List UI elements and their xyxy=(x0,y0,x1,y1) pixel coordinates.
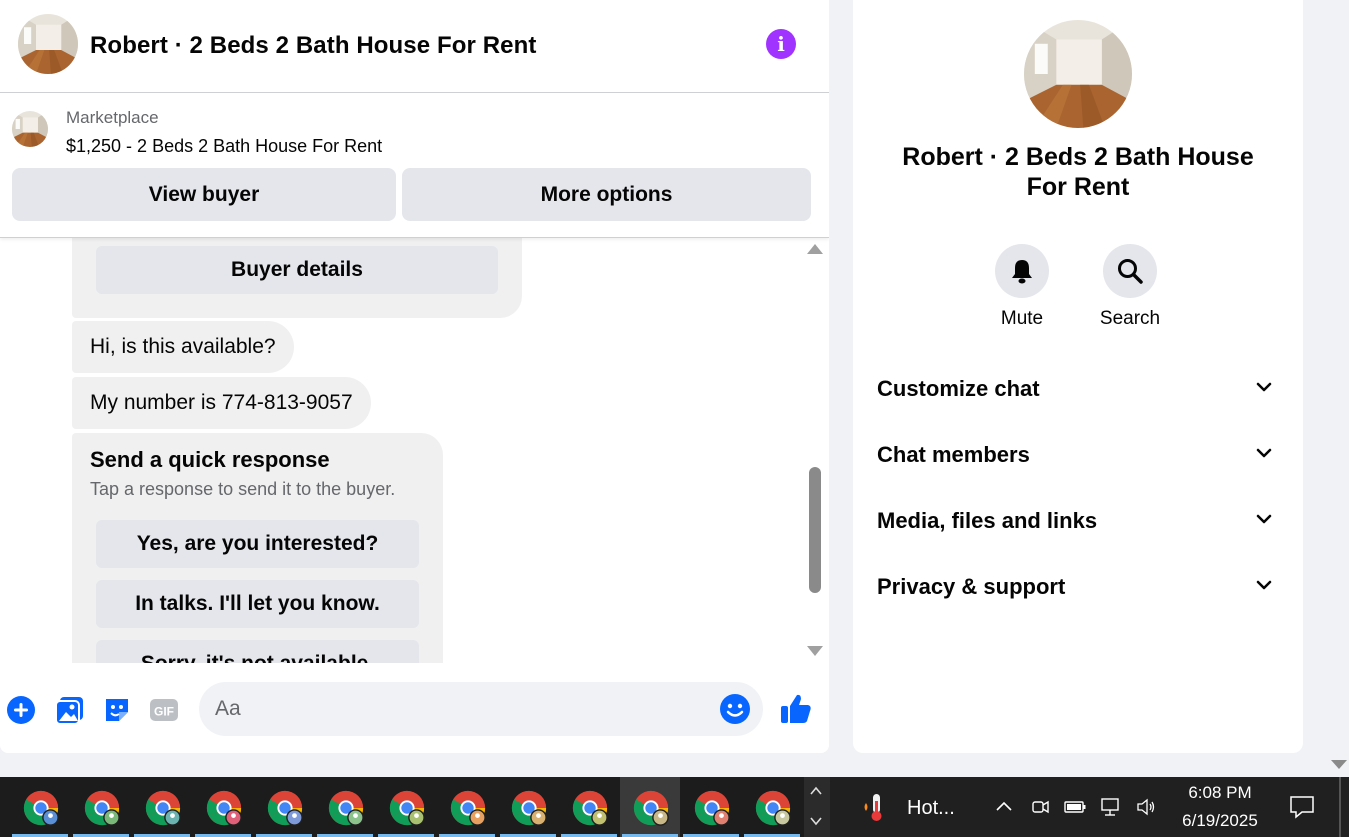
chrome-icon[interactable] xyxy=(10,777,70,837)
quick-response-option[interactable]: In talks. I'll let you know. xyxy=(96,580,419,628)
profile-title: Robert · 2 Beds 2 Bath House For Rent xyxy=(902,143,1254,201)
conversation-info-panel: Robert · 2 Beds 2 Bath House For Rent Mu… xyxy=(853,0,1303,753)
volume-icon[interactable] xyxy=(1135,796,1157,818)
section-label: Customize chat xyxy=(877,376,1040,401)
quick-response-subtitle: Tap a response to send it to the buyer. xyxy=(90,479,396,499)
message-list: Buyer details Hi, is this available? My … xyxy=(0,238,804,663)
conversation-title[interactable]: Robert · 2 Beds 2 Bath House For Rent xyxy=(90,32,536,60)
chat-members-section[interactable]: Chat members xyxy=(877,430,1283,480)
emoji-icon[interactable] xyxy=(719,693,751,725)
info-icon[interactable]: i xyxy=(766,29,796,59)
clock-time[interactable]: 6:08 PM xyxy=(1170,783,1270,803)
chrome-icon[interactable] xyxy=(315,777,375,837)
image-icon[interactable] xyxy=(54,694,86,726)
chevron-up-icon[interactable] xyxy=(810,785,822,797)
svg-text:GIF: GIF xyxy=(154,705,174,719)
windows-taskbar: Hot... 6:08 PM 6/19/2025 xyxy=(0,777,1349,837)
network-icon[interactable] xyxy=(1100,796,1122,818)
chrome-icon[interactable] xyxy=(742,777,802,837)
quick-response-title: Send a quick response xyxy=(90,447,330,472)
more-options-button[interactable]: More options xyxy=(402,168,811,221)
buyer-details-bubble: Buyer details xyxy=(72,238,522,318)
message-composer: GIF xyxy=(0,663,829,753)
mute-label: Mute xyxy=(1000,308,1044,329)
chrome-icon[interactable] xyxy=(437,777,497,837)
message-bubble: My number is 774-813-9057 xyxy=(72,377,371,429)
thermometer-icon[interactable] xyxy=(860,791,892,823)
battery-icon[interactable] xyxy=(1064,796,1086,818)
chat-header: Robert · 2 Beds 2 Bath House For Rent i xyxy=(0,0,829,93)
chrome-icon[interactable] xyxy=(132,777,192,837)
chrome-icon[interactable] xyxy=(681,777,741,837)
scroll-up-arrow-icon[interactable] xyxy=(807,244,823,254)
listing-source: Marketplace xyxy=(66,108,159,127)
taskbar-apps xyxy=(0,777,804,837)
search-icon[interactable] xyxy=(1103,244,1157,298)
message-bubble: Hi, is this available? xyxy=(72,321,294,373)
chrome-icon[interactable] xyxy=(254,777,314,837)
chrome-icon[interactable] xyxy=(71,777,131,837)
message-input[interactable] xyxy=(215,682,715,736)
view-buyer-button[interactable]: View buyer xyxy=(12,168,396,221)
system-tray: Hot... 6:08 PM 6/19/2025 xyxy=(830,777,1349,837)
chat-panel: Robert · 2 Beds 2 Bath House For Rent i … xyxy=(0,0,829,753)
sticker-icon[interactable] xyxy=(101,694,133,726)
privacy-support-section[interactable]: Privacy & support xyxy=(877,562,1283,612)
buyer-details-button[interactable]: Buyer details xyxy=(96,246,498,294)
media-files-links-section[interactable]: Media, files and links xyxy=(877,496,1283,546)
section-label: Media, files and links xyxy=(877,508,1098,533)
quick-response-option[interactable]: Sorry, it's not available. xyxy=(96,640,419,663)
scroll-down-arrow-icon[interactable] xyxy=(807,646,823,656)
meet-now-icon[interactable] xyxy=(1029,796,1051,818)
chrome-icon[interactable] xyxy=(559,777,619,837)
mute-button[interactable]: Mute xyxy=(977,244,1067,330)
show-desktop-button[interactable] xyxy=(1339,777,1341,837)
listing-price-title[interactable]: $1,250 - 2 Beds 2 Bath House For Rent xyxy=(66,136,382,157)
listing-thumbnail xyxy=(12,111,48,147)
page-scroll-down-icon[interactable] xyxy=(1331,760,1347,769)
chrome-icon[interactable] xyxy=(620,777,680,837)
like-icon[interactable] xyxy=(779,692,813,726)
quick-response-bubble: Send a quick response Tap a response to … xyxy=(72,433,443,663)
quick-response-option[interactable]: Yes, are you interested? xyxy=(96,520,419,568)
profile-avatar[interactable] xyxy=(1024,20,1132,128)
section-label: Privacy & support xyxy=(877,574,1066,599)
chevron-down-icon xyxy=(1255,510,1273,528)
chevron-up-icon[interactable] xyxy=(993,796,1015,818)
chevron-down-icon xyxy=(1255,444,1273,462)
scrollbar-thumb[interactable] xyxy=(809,467,821,593)
chevron-down-icon xyxy=(1255,378,1273,396)
chevron-down-icon[interactable] xyxy=(810,815,822,827)
chrome-icon[interactable] xyxy=(498,777,558,837)
plus-icon[interactable] xyxy=(5,694,37,726)
customize-chat-section[interactable]: Customize chat xyxy=(877,364,1283,414)
chrome-icon[interactable] xyxy=(376,777,436,837)
weather-text[interactable]: Hot... xyxy=(907,797,955,820)
chrome-icon[interactable] xyxy=(193,777,253,837)
taskbar-scroll[interactable] xyxy=(804,777,830,837)
chevron-down-icon xyxy=(1255,576,1273,594)
clock-date[interactable]: 6/19/2025 xyxy=(1170,811,1270,831)
message-input-wrapper xyxy=(199,682,763,736)
search-conversation-button[interactable]: Search xyxy=(1085,244,1175,330)
section-label: Chat members xyxy=(877,442,1030,467)
search-label: Search xyxy=(1099,308,1161,329)
bell-icon[interactable] xyxy=(995,244,1049,298)
conversation-avatar[interactable] xyxy=(18,14,78,74)
message-scrollbar[interactable] xyxy=(804,238,826,663)
notification-icon[interactable] xyxy=(1288,793,1316,821)
gif-icon[interactable]: GIF xyxy=(148,694,180,726)
marketplace-listing-banner: Marketplace $1,250 - 2 Beds 2 Bath House… xyxy=(0,93,829,238)
